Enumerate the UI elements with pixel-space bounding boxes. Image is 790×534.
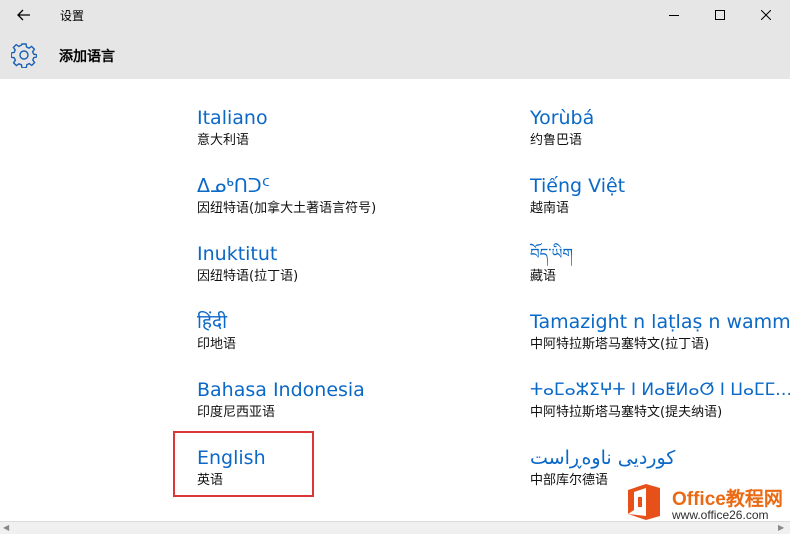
language-item-inuktitut-syllabics[interactable]: ᐃᓄᒃᑎᑐᑦ 因纽特语(加拿大土著语言符号) [197, 174, 457, 230]
watermark: Office教程网 www.office26.com [620, 478, 790, 526]
close-button[interactable] [743, 0, 789, 30]
language-list: Italiano 意大利语 ᐃᓄᒃᑎᑐᑦ 因纽特语(加拿大土著语言符号) Inu… [0, 79, 790, 521]
close-icon [761, 10, 771, 20]
language-native-name: བོད་ཡིག [530, 245, 573, 263]
language-item-hindi[interactable]: हिंदी 印地语 [197, 310, 457, 366]
language-local-name: 约鲁巴语 [530, 133, 583, 148]
language-local-name: 中阿特拉斯塔马塞特文(提夫纳语) [530, 405, 723, 420]
language-native-name: हिंदी [197, 311, 228, 333]
highlight-box [173, 431, 314, 497]
language-native-name: Inuktitut [197, 243, 278, 265]
language-local-name: 越南语 [530, 201, 570, 216]
language-native-name: Tiếng Việt [530, 175, 626, 197]
page-title: 添加语言 [59, 49, 115, 65]
office-logo-icon [628, 484, 660, 520]
language-local-name: 中阿特拉斯塔马塞特文(拉丁语) [530, 337, 710, 352]
watermark-url: www.office26.com [672, 508, 769, 522]
language-item-tamazight-latin[interactable]: Tamazight n laṭlaṣ n wamm… 中阿特拉斯塔马塞特文(拉丁… [530, 310, 790, 366]
language-item-indonesian[interactable]: Bahasa Indonesia 印度尼西亚语 [197, 378, 457, 434]
language-native-name: ᐃᓄᒃᑎᑐᑦ [197, 175, 270, 197]
language-local-name: 意大利语 [197, 133, 250, 148]
header: 设置 添加语言 [0, 0, 790, 79]
language-native-name: Italiano [197, 107, 268, 129]
language-local-name: 藏语 [530, 269, 557, 284]
language-item-tamazight-tifinagh[interactable]: ⵜⴰⵎⴰⵣⵉⵖⵜ ⵏ ⵍⴰⵟⵍⴰⵚ ⵏ ⵡⴰⵎⵎ… 中阿特拉斯塔马塞特文(提夫纳… [530, 378, 790, 434]
maximize-button[interactable] [697, 0, 743, 30]
language-native-name: ⵜⴰⵎⴰⵣⵉⵖⵜ ⵏ ⵍⴰⵟⵍⴰⵚ ⵏ ⵡⴰⵎⵎ… [530, 380, 790, 400]
language-native-name: Yorùbá [530, 107, 595, 129]
title-bar: 设置 [0, 0, 790, 30]
back-arrow-icon [17, 9, 30, 21]
page-header: 添加语言 [0, 38, 790, 74]
language-item-inuktitut-latin[interactable]: Inuktitut 因纽特语(拉丁语) [197, 242, 457, 298]
language-native-name: Bahasa Indonesia [197, 379, 365, 401]
language-item-vietnamese[interactable]: Tiếng Việt 越南语 [530, 174, 790, 230]
language-item-yoruba[interactable]: Yorùbá 约鲁巴语 [530, 106, 790, 162]
language-local-name: 中部库尔德语 [530, 473, 609, 488]
minimize-icon [669, 15, 679, 16]
language-native-name: Tamazight n laṭlaṣ n wamm… [530, 311, 790, 333]
language-item-tibetan[interactable]: བོད་ཡིག 藏语 [530, 242, 790, 298]
language-local-name: 因纽特语(拉丁语) [197, 269, 299, 284]
app-title: 设置 [60, 9, 85, 23]
back-button[interactable] [8, 3, 40, 27]
language-native-name: کوردیی ناوەڕاست [530, 447, 676, 469]
language-local-name: 印地语 [197, 337, 237, 352]
gear-icon [11, 43, 37, 68]
watermark-title: Office教程网 [672, 489, 783, 510]
language-local-name: 因纽特语(加拿大土著语言符号) [197, 201, 377, 216]
maximize-icon [715, 10, 725, 20]
scroll-left-icon[interactable]: ◀ [3, 523, 9, 532]
language-item-italian[interactable]: Italiano 意大利语 [197, 106, 457, 162]
language-local-name: 印度尼西亚语 [197, 405, 276, 420]
minimize-button[interactable] [651, 0, 697, 30]
